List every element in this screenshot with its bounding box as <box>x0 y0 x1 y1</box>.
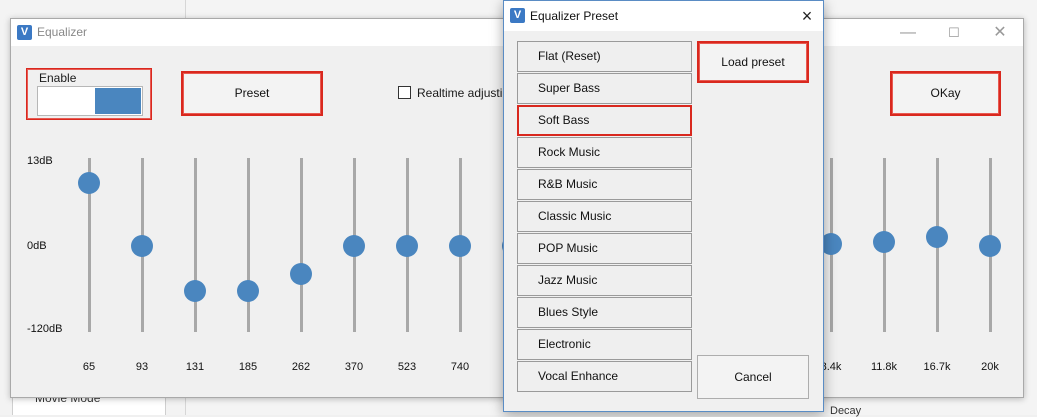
band-frequency-label: 131 <box>185 361 205 373</box>
band-frequency-label: 93 <box>135 361 149 373</box>
band-frequency-label: 370 <box>344 361 364 373</box>
band-slider-track[interactable] <box>194 158 197 332</box>
maximize-icon[interactable]: ☐ <box>931 19 977 46</box>
dialog-close-icon[interactable]: × <box>791 1 823 31</box>
preset-item-rnb[interactable]: R&B Music <box>517 169 692 200</box>
band-slider-knob[interactable] <box>926 226 948 248</box>
preset-item-electronic[interactable]: Electronic <box>517 329 692 360</box>
preset-item-classic[interactable]: Classic Music <box>517 201 692 232</box>
equalizer-title: Equalizer <box>37 25 88 39</box>
preset-dialog-title: Equalizer Preset <box>530 9 619 23</box>
band-slider-knob[interactable] <box>78 172 100 194</box>
band-frequency-label: 65 <box>82 361 96 373</box>
preset-dialog-titlebar: V Equalizer Preset × <box>504 1 823 31</box>
band-slider-knob[interactable] <box>184 279 206 302</box>
band-slider-track[interactable] <box>247 158 250 332</box>
preset-item-vocal[interactable]: Vocal Enhance <box>517 361 692 392</box>
minimize-icon[interactable]: — <box>885 19 931 46</box>
preset-item-rock[interactable]: Rock Music <box>517 137 692 168</box>
band-slider-knob[interactable] <box>237 279 259 302</box>
load-preset-button[interactable]: Load preset <box>697 41 809 83</box>
enable-toggle-knob[interactable] <box>95 88 141 114</box>
preset-item-flat[interactable]: Flat (Reset) <box>517 41 692 72</box>
app-logo-icon: V <box>17 25 32 40</box>
preset-dialog: V Equalizer Preset × Flat (Reset) Super … <box>503 0 824 412</box>
band-slider-knob[interactable] <box>979 235 1001 257</box>
band-slider-knob[interactable] <box>449 235 471 257</box>
dialog-logo-icon: V <box>510 8 525 23</box>
db-mid-label: 0dB <box>27 240 47 252</box>
band-slider-track[interactable] <box>300 158 303 332</box>
band-slider-knob[interactable] <box>131 235 153 257</box>
band-frequency-label: 262 <box>291 361 311 373</box>
enable-label: Enable <box>39 71 77 85</box>
decay-label: Decay <box>830 405 862 417</box>
band-frequency-label: 523 <box>397 361 417 373</box>
preset-item-blues[interactable]: Blues Style <box>517 297 692 328</box>
db-top-label: 13dB <box>27 155 53 167</box>
band-frequency-label: 740 <box>450 361 470 373</box>
enable-group: Enable <box>26 68 152 120</box>
realtime-checkbox[interactable] <box>398 86 411 99</box>
cancel-button[interactable]: Cancel <box>697 355 809 399</box>
preset-item-super-bass[interactable]: Super Bass <box>517 73 692 104</box>
band-slider-knob[interactable] <box>873 231 895 254</box>
preset-button[interactable]: Preset <box>181 71 323 116</box>
preset-item-jazz[interactable]: Jazz Music <box>517 265 692 296</box>
band-frequency-label: 185 <box>238 361 258 373</box>
close-icon[interactable]: ✕ <box>977 19 1023 46</box>
band-slider-knob[interactable] <box>290 263 312 286</box>
enable-toggle[interactable] <box>37 86 143 116</box>
preset-item-soft-bass[interactable]: Soft Bass <box>517 105 692 136</box>
band-slider-knob[interactable] <box>396 235 418 257</box>
realtime-label: Realtime adjusting <box>417 86 516 100</box>
band-frequency-label: 16.7k <box>923 361 951 373</box>
band-slider-knob[interactable] <box>343 235 365 257</box>
band-frequency-label: 11.8k <box>870 361 898 373</box>
db-bottom-label: -120dB <box>27 323 63 335</box>
okay-button[interactable]: OKay <box>890 71 1001 116</box>
band-frequency-label: 20k <box>981 361 999 373</box>
preset-item-pop[interactable]: POP Music <box>517 233 692 264</box>
